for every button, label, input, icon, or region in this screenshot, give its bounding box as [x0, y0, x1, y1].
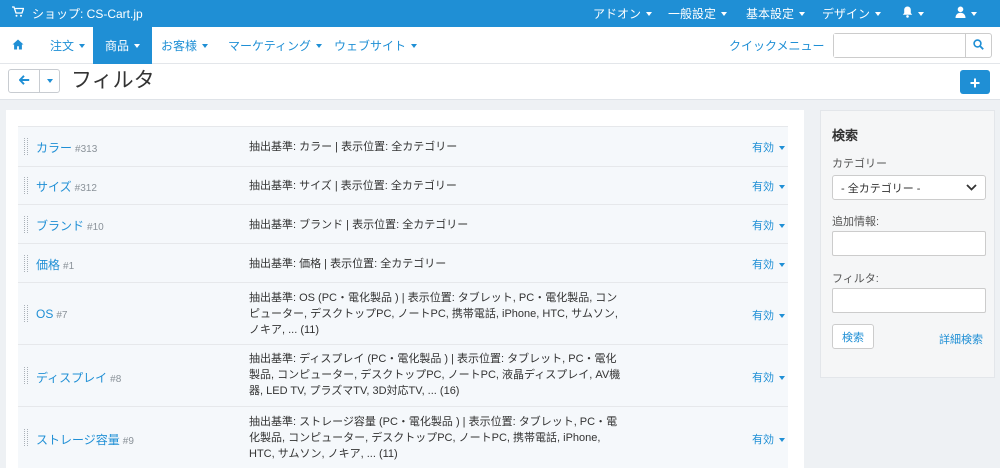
chevron-down-icon	[779, 263, 785, 268]
global-search	[833, 33, 992, 58]
filter-description: 抽出基準: サイズ | 表示位置: 全カテゴリー	[249, 180, 457, 192]
status-dropdown[interactable]: 有効	[752, 256, 785, 272]
search-panel: 検索 カテゴリー - 全カテゴリー - 追加情報: フィルタ: 検索 詳細検索	[820, 110, 995, 378]
home-icon	[12, 39, 24, 53]
quick-menu-link[interactable]: クイックメニュー	[729, 27, 825, 64]
chevron-down-icon	[779, 146, 785, 151]
arrow-left-icon	[18, 74, 30, 88]
nav-products[interactable]: 商品	[93, 27, 153, 64]
status-dropdown[interactable]: 有効	[752, 369, 785, 385]
filter-name-link[interactable]: サイズ #312	[36, 178, 97, 195]
filter-description: 抽出基準: 価格 | 表示位置: 全カテゴリー	[249, 258, 447, 270]
chevron-down-icon	[779, 314, 785, 319]
status-dropdown[interactable]: 有効	[752, 139, 785, 155]
filter-name-link[interactable]: カラー #313	[36, 139, 97, 156]
chevron-down-icon	[721, 11, 728, 16]
nav-customers[interactable]: お客様	[149, 27, 220, 64]
nav-marketing[interactable]: マーケティング	[216, 27, 334, 64]
table-row: 価格 #1 抽出基準: 価格 | 表示位置: 全カテゴリー 有効	[18, 243, 788, 282]
table-row: ブランド #10 抽出基準: ブランド | 表示位置: 全カテゴリー 有効	[18, 204, 788, 243]
top-bar: ショップ: CS-Cart.jp アドオン 一般設定 基本設定 デザイン	[0, 0, 1000, 27]
chevron-down-icon	[875, 11, 882, 16]
filter-list: カラー #313 抽出基準: カラー | 表示位置: 全カテゴリー 有効 サイズ #…	[6, 110, 804, 468]
chevron-down-icon	[779, 185, 785, 190]
filter-description: 抽出基準: ストレージ容量 (PC・電化製品 ) | 表示位置: タブレット, …	[249, 416, 618, 460]
drag-handle-icon[interactable]	[24, 429, 28, 446]
advanced-search-link[interactable]: 詳細検索	[939, 331, 983, 347]
chevron-down-icon	[134, 43, 141, 48]
filter-description: 抽出基準: ブランド | 表示位置: 全カテゴリー	[249, 219, 469, 231]
category-select[interactable]: - 全カテゴリー -	[832, 175, 986, 200]
drag-handle-icon[interactable]	[24, 255, 28, 272]
back-button[interactable]	[9, 70, 40, 92]
search-submit-button[interactable]: 検索	[832, 324, 874, 349]
home-link[interactable]	[12, 27, 24, 64]
menu-basic-settings[interactable]: 基本設定	[746, 0, 806, 27]
shop-label: ショップ: CS-Cart.jp	[32, 7, 143, 21]
status-dropdown[interactable]: 有効	[752, 217, 785, 233]
table-row: OS #7 抽出基準: OS (PC・電化製品 ) | 表示位置: タブレット, …	[18, 282, 788, 344]
category-label: カテゴリー	[832, 158, 887, 170]
filter-name-label: フィルタ:	[832, 273, 879, 285]
chevron-down-icon	[966, 182, 977, 194]
status-dropdown[interactable]: 有効	[752, 431, 785, 447]
nav-website[interactable]: ウェブサイト	[322, 27, 429, 64]
chevron-down-icon	[799, 11, 806, 16]
menu-design[interactable]: デザイン	[822, 0, 882, 27]
shop-selector[interactable]: ショップ: CS-Cart.jp	[12, 0, 143, 27]
drag-handle-icon[interactable]	[24, 367, 28, 384]
chevron-down-icon	[779, 438, 785, 443]
chevron-down-icon	[79, 43, 86, 48]
main-nav: 注文 商品 お客様 マーケティング ウェブサイト クイックメニュー	[0, 27, 1000, 64]
drag-handle-icon[interactable]	[24, 216, 28, 233]
add-filter-button[interactable]	[960, 70, 990, 94]
table-row: カラー #313 抽出基準: カラー | 表示位置: 全カテゴリー 有効	[18, 126, 788, 166]
filter-description: 抽出基準: カラー | 表示位置: 全カテゴリー	[249, 141, 458, 153]
filter-description: 抽出基準: OS (PC・電化製品 ) | 表示位置: タブレット, PC・電化…	[249, 292, 618, 336]
drag-handle-icon[interactable]	[24, 177, 28, 194]
filter-name-input[interactable]	[832, 288, 986, 313]
filter-name-link[interactable]: ブランド #10	[36, 217, 104, 234]
chevron-down-icon	[646, 11, 653, 16]
user-icon	[955, 6, 966, 21]
plus-icon	[970, 72, 980, 93]
menu-general-settings[interactable]: 一般設定	[668, 0, 728, 27]
title-bar: フィルタ	[0, 64, 1000, 100]
search-panel-title: 検索	[832, 128, 859, 143]
drag-handle-icon[interactable]	[24, 305, 28, 322]
filter-name-link[interactable]: 価格 #1	[36, 256, 74, 273]
page-title: フィルタ	[71, 69, 155, 92]
chevron-down-icon	[971, 11, 977, 16]
menu-addons[interactable]: アドオン	[593, 0, 653, 27]
back-dropdown-button[interactable]	[40, 70, 59, 92]
global-search-input[interactable]	[834, 34, 966, 57]
filter-description: 抽出基準: ディスプレイ (PC・電化製品 ) | 表示位置: タブレット, P…	[249, 353, 621, 397]
chevron-down-icon	[411, 43, 418, 48]
status-dropdown[interactable]: 有効	[752, 178, 785, 194]
table-row: サイズ #312 抽出基準: サイズ | 表示位置: 全カテゴリー 有効	[18, 166, 788, 204]
chevron-down-icon	[46, 79, 53, 83]
chevron-down-icon	[779, 376, 785, 381]
chevron-down-icon	[202, 43, 209, 48]
filter-name-link[interactable]: ストレージ容量 #9	[36, 431, 134, 448]
filter-name-link[interactable]: OS #7	[36, 307, 67, 321]
table-row: ディスプレイ #8 抽出基準: ディスプレイ (PC・電化製品 ) | 表示位置:…	[18, 344, 788, 406]
chevron-down-icon	[779, 224, 785, 229]
back-button-group	[8, 69, 60, 93]
filter-name-link[interactable]: ディスプレイ #8	[36, 369, 121, 386]
user-menu[interactable]	[955, 0, 977, 27]
drag-handle-icon[interactable]	[24, 138, 28, 155]
search-icon	[973, 38, 984, 53]
nav-orders[interactable]: 注文	[38, 27, 97, 64]
status-dropdown[interactable]: 有効	[752, 307, 785, 323]
search-button[interactable]	[965, 34, 991, 57]
table-row: ストレージ容量 #9 抽出基準: ストレージ容量 (PC・電化製品 ) | 表示位…	[18, 406, 788, 468]
cart-icon	[12, 6, 25, 21]
extra-info-input[interactable]	[832, 231, 986, 256]
chevron-down-icon	[918, 11, 924, 16]
bell-icon	[902, 6, 913, 21]
notifications-menu[interactable]	[902, 0, 924, 27]
extra-info-label: 追加情報:	[832, 216, 880, 228]
